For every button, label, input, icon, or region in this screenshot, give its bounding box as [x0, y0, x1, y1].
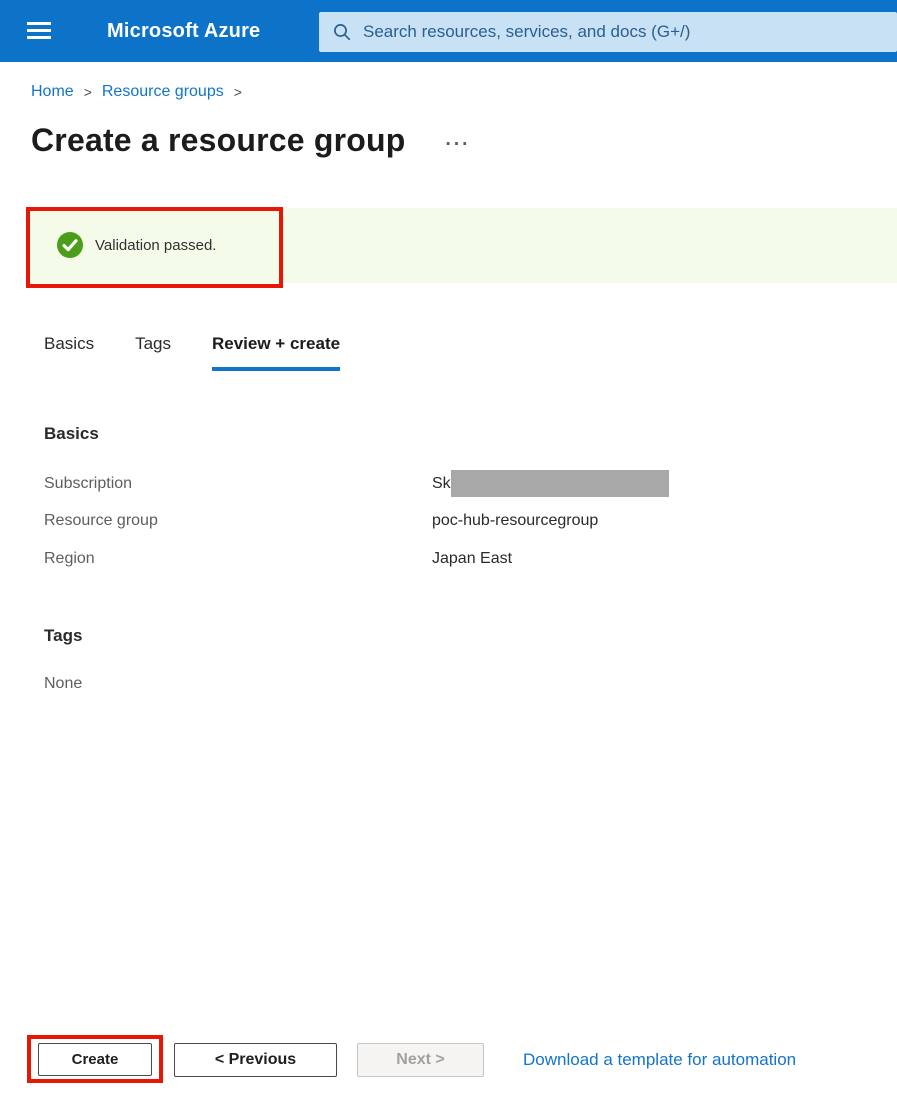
subscription-value: Sk [432, 470, 669, 498]
chevron-right-icon: > [83, 84, 92, 100]
top-nav-bar: Microsoft Azure [0, 0, 897, 62]
tab-basics[interactable]: Basics [44, 334, 94, 371]
wizard-tabs: Basics Tags Review + create [44, 334, 341, 371]
breadcrumb: Home > Resource groups > [31, 83, 252, 101]
resource-group-label: Resource group [44, 512, 158, 530]
brand-title[interactable]: Microsoft Azure [107, 0, 260, 62]
create-button[interactable]: Create [38, 1043, 152, 1076]
basics-section-heading: Basics [44, 424, 99, 443]
more-options-icon[interactable]: ··· [446, 127, 471, 154]
download-template-link[interactable]: Download a template for automation [523, 1043, 796, 1077]
chevron-right-icon: > [233, 84, 242, 100]
breadcrumb-home-link[interactable]: Home [31, 83, 74, 101]
previous-button[interactable]: < Previous [174, 1043, 337, 1077]
resource-group-value: poc-hub-resourcegroup [432, 512, 599, 530]
redaction-block [450, 470, 669, 498]
success-check-icon [57, 232, 83, 258]
page-title: Create a resource group [31, 122, 406, 158]
tags-section-heading: Tags [44, 626, 83, 645]
subscription-label: Subscription [44, 474, 133, 492]
tab-review-create[interactable]: Review + create [212, 334, 341, 371]
validation-message: Validation passed. [95, 237, 217, 254]
basics-review-table: Subscription Sk Resource group poc-hub-r… [44, 465, 844, 578]
tab-tags[interactable]: Tags [135, 334, 171, 371]
tags-value: None [44, 675, 83, 692]
table-row-resource-group: Resource group poc-hub-resourcegroup [44, 503, 844, 541]
table-row-region: Region Japan East [44, 540, 844, 578]
global-search[interactable] [319, 12, 897, 52]
search-icon [334, 24, 351, 41]
region-value: Japan East [432, 549, 513, 567]
menu-icon[interactable] [27, 22, 51, 39]
table-row-subscription: Subscription Sk [44, 465, 844, 503]
breadcrumb-resource-groups-link[interactable]: Resource groups [102, 83, 224, 101]
region-label: Region [44, 549, 95, 567]
search-input[interactable] [319, 12, 897, 52]
wizard-footer: Create < Previous Next > Download a temp… [0, 1035, 897, 1083]
validation-banner: Validation passed. [26, 207, 897, 288]
next-button-disabled[interactable]: Next > [357, 1043, 484, 1077]
